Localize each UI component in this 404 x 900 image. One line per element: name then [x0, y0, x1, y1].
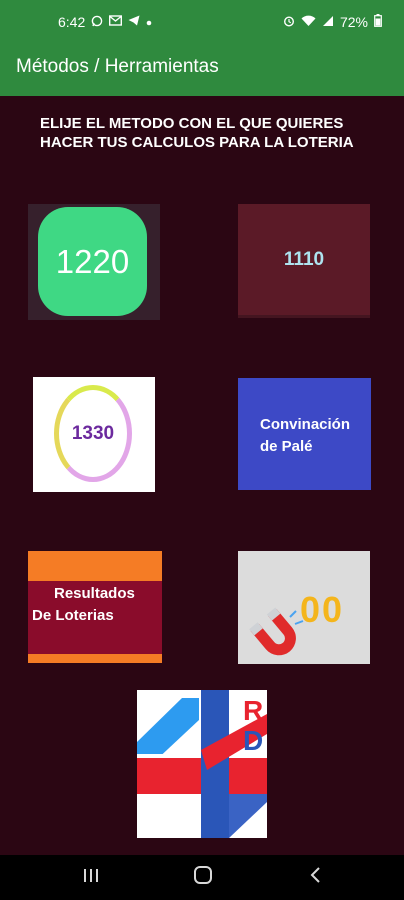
method-1110-button[interactable]: 1110 [238, 204, 370, 318]
whatsapp-icon [91, 15, 103, 30]
method-1220-label: 1220 [38, 207, 147, 316]
svg-text:D: D [243, 725, 263, 756]
rd-logo-button[interactable]: R D [137, 690, 267, 838]
svg-text:R: R [243, 695, 263, 726]
magnet-icon [248, 607, 306, 664]
magnet-numbers-button[interactable]: 00 [238, 551, 370, 664]
status-bar: 6:42 72% [0, 0, 404, 40]
pale-combination-line2: de Palé [260, 438, 313, 455]
method-1220-button[interactable]: 1220 [28, 204, 160, 320]
status-time: 6:42 [58, 14, 86, 30]
lottery-results-line1: Resultados [54, 585, 135, 602]
telegram-icon [128, 15, 140, 29]
magnet-numbers-label: 00 [300, 589, 345, 630]
back-icon[interactable] [308, 864, 324, 891]
pale-combination-line1: Convinación [260, 416, 351, 433]
gmail-icon [109, 15, 123, 29]
lottery-results-button[interactable]: Resultados De Loterias [28, 551, 162, 663]
instructions-text: ELIJE EL METODO CON EL QUE QUIERES HACER… [40, 115, 354, 151]
alarm-icon [283, 15, 295, 30]
pale-combination-button[interactable]: Convinación de Palé [238, 378, 371, 490]
page-title: Métodos / Herramientas [16, 56, 219, 77]
battery-icon [374, 14, 382, 30]
battery-percent: 72% [339, 14, 368, 30]
method-1110-label: 1110 [283, 248, 325, 270]
status-left: 6:42 [58, 14, 152, 30]
home-icon[interactable] [193, 864, 213, 891]
recent-apps-icon[interactable] [82, 864, 100, 891]
nav-bar [0, 855, 404, 900]
notification-dot-icon [146, 15, 152, 29]
lottery-results-line2: De Loterias [32, 607, 114, 624]
method-1330-button[interactable]: 1330 [33, 377, 155, 492]
status-right: 72% [283, 14, 382, 30]
app-bar: Métodos / Herramientas [0, 40, 404, 96]
wifi-icon [301, 15, 316, 30]
signal-icon [322, 15, 334, 30]
method-1330-label: 1330 [54, 385, 132, 482]
rd-logo-icon: R D [137, 690, 267, 838]
